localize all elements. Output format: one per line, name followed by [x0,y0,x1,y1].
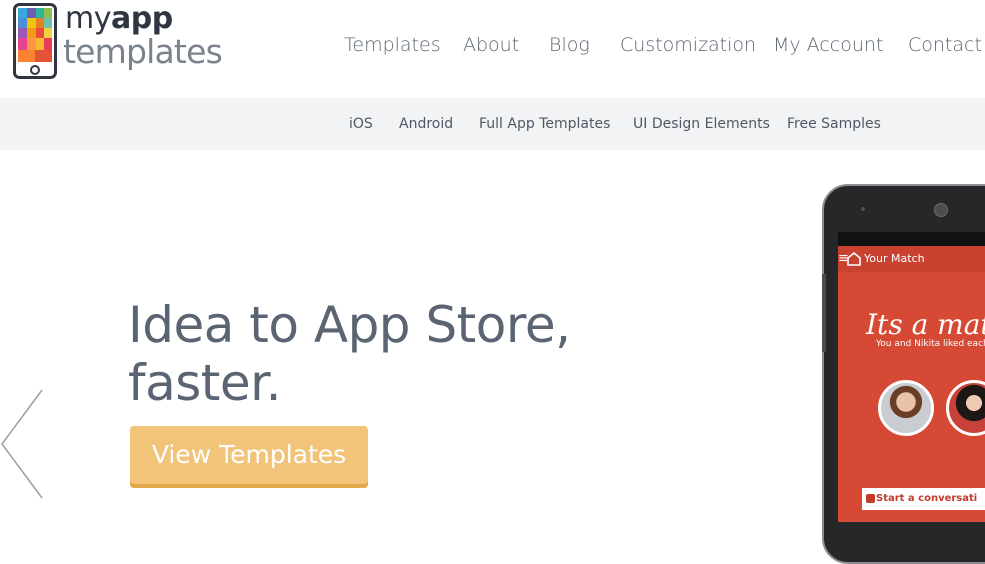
subnav-ui-design-elements[interactable]: UI Design Elements [633,115,770,133]
chat-icon [866,494,875,503]
phone-side-button [822,274,826,352]
start-conversation-label: Start a conversati [876,493,978,504]
subnav-free-samples[interactable]: Free Samples [787,115,881,133]
nav-my-account[interactable]: My Account [773,32,883,58]
match-title: Its a match [866,308,985,341]
logo-wordmark-top: myapp [65,1,173,36]
nav-templates[interactable]: Templates [344,32,441,58]
nav-customization[interactable]: Customization [620,32,756,58]
site-header: myapp templates Templates About Blog Cus… [0,0,985,98]
chevron-left-icon[interactable] [0,388,44,500]
phone-mockup: ≡ Your Match Its a match You and Nikita … [822,184,985,564]
main-nav: Templates About Blog Customization My Ac… [0,32,985,58]
avatar-user [878,380,934,436]
nav-contact[interactable]: Contact [908,32,982,58]
nav-blog[interactable]: Blog [549,32,590,58]
category-subnav: iOS Android Full App Templates UI Design… [0,98,985,150]
start-conversation-button: Start a conversati [862,488,985,510]
app-bar: ≡ Your Match [838,246,985,272]
nav-about[interactable]: About [463,32,519,58]
match-subtitle: You and Nikita liked each [876,339,985,349]
phone-frame: ≡ Your Match Its a match You and Nikita … [822,184,985,564]
app-bar-title: Your Match [864,252,925,265]
hero-headline-line2: faster. [128,354,282,412]
avatar-match [946,380,985,436]
status-bar [838,232,985,246]
home-icon [847,252,861,266]
phone-camera-icon [934,203,948,217]
subnav-full-app-templates[interactable]: Full App Templates [479,115,610,133]
phone-screen: ≡ Your Match Its a match You and Nikita … [838,232,985,522]
hero-headline-line1: Idea to App Store, [128,296,571,354]
subnav-ios[interactable]: iOS [349,115,373,133]
phone-sensor [861,207,865,211]
hero-headline: Idea to App Store, faster. [128,296,648,412]
view-templates-button[interactable]: View Templates [130,426,368,488]
subnav-android[interactable]: Android [399,115,453,133]
